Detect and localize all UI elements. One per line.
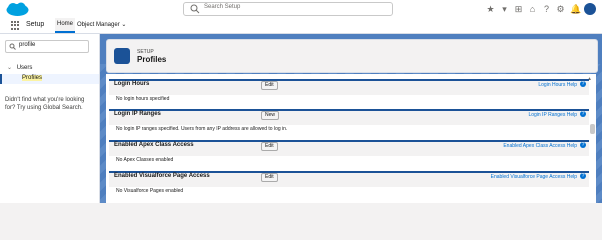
tree-group-users[interactable]: ⌄ Users	[7, 64, 32, 71]
section-title: Login IP Ranges	[114, 111, 161, 117]
section-header	[109, 79, 589, 95]
scrollbar[interactable]	[590, 124, 595, 134]
edit-button[interactable]: Edit	[261, 142, 278, 151]
tab-object-manager[interactable]: Object Manager ⌄	[77, 18, 126, 33]
section-title: Login Hours	[114, 81, 150, 87]
quick-find-value: profile	[19, 42, 36, 48]
section-body: No Visualforce Pages enabled	[116, 188, 184, 194]
bell-icon[interactable]: 🔔	[570, 4, 581, 14]
section-header	[109, 109, 589, 125]
new-button[interactable]: New	[261, 111, 280, 120]
section-apex-class-access: Enabled Apex Class Access Edit Enabled A…	[109, 140, 589, 166]
help-link[interactable]: Enabled Apex Class Access Help	[503, 143, 577, 149]
dropdown-icon[interactable]: ▾	[500, 4, 509, 14]
search-icon	[9, 43, 16, 50]
global-search-input[interactable]: Search Setup	[183, 2, 393, 16]
add-icon[interactable]: ⊞	[514, 4, 523, 14]
help-icon[interactable]: ?	[580, 111, 586, 117]
chevron-down-icon: ⌄	[121, 22, 127, 28]
section-title: Enabled Apex Class Access	[114, 142, 194, 148]
app-launcher-icon[interactable]	[11, 21, 20, 30]
sidebar-item-profiles[interactable]: Profiles	[0, 74, 99, 84]
header-utility-icons: ★ ▾ ⊞ ⌂ ? ⚙ 🔔	[486, 3, 596, 15]
edit-button[interactable]: Edit	[261, 81, 278, 90]
global-header: Search Setup ★ ▾ ⊞ ⌂ ? ⚙ 🔔	[0, 0, 602, 18]
help-link[interactable]: Enabled Visualforce Page Access Help	[491, 174, 577, 180]
section-login-hours: Login Hours Edit Login Hours Help ? No l…	[109, 79, 589, 105]
tab-home[interactable]: Home	[55, 18, 75, 33]
help-icon[interactable]: ?	[580, 81, 586, 87]
section-body: No Apex Classes enabled	[116, 157, 174, 163]
help-link[interactable]: Login Hours Help	[538, 82, 577, 88]
trailhead-icon[interactable]: ⌂	[528, 4, 537, 14]
search-icon	[190, 4, 200, 14]
star-icon[interactable]: ★	[486, 4, 495, 14]
section-title: Enabled Visualforce Page Access	[114, 173, 210, 179]
tree-group-label: Users	[16, 65, 33, 71]
search-placeholder: Search Setup	[204, 4, 241, 10]
tab-label: Object Manager	[77, 22, 120, 28]
help-icon[interactable]: ?	[580, 173, 586, 179]
help-icon[interactable]: ?	[542, 4, 551, 14]
app-name: Setup	[26, 21, 45, 28]
profile-detail-frame: ▲ Login Hours Edit Login Hours Help ? No…	[106, 74, 596, 203]
edit-button[interactable]: Edit	[261, 173, 278, 182]
quick-find-input[interactable]: profile	[5, 40, 89, 53]
chevron-down-icon: ⌄	[7, 65, 13, 71]
help-link[interactable]: Login IP Ranges Help	[528, 112, 577, 118]
salesforce-cloud-logo[interactable]	[5, 2, 30, 17]
avatar[interactable]	[584, 3, 596, 15]
page-header: SETUP Profiles	[106, 39, 598, 73]
section-body: No login IP ranges specified. Users from…	[116, 126, 288, 132]
main-content: SETUP Profiles ▲ Login Hours Edit Login …	[100, 34, 602, 203]
help-icon[interactable]: ?	[580, 142, 586, 148]
app-nav-bar: Setup Home Object Manager ⌄	[0, 18, 602, 34]
profile-icon	[114, 48, 130, 64]
section-login-ip-ranges: Login IP Ranges New Login IP Ranges Help…	[109, 109, 589, 135]
section-body: No login hours specified	[116, 96, 170, 102]
setup-sidebar: profile ⌄ Users Profiles Didn't find wha…	[0, 34, 100, 203]
global-search-hint: Didn't find what you're looking for? Try…	[5, 97, 85, 111]
gear-icon[interactable]: ⚙	[556, 4, 565, 14]
section-visualforce-access: Enabled Visualforce Page Access Edit Ena…	[109, 171, 589, 197]
page-title: Profiles	[137, 55, 167, 64]
sidebar-item-label: Profiles	[22, 75, 43, 81]
